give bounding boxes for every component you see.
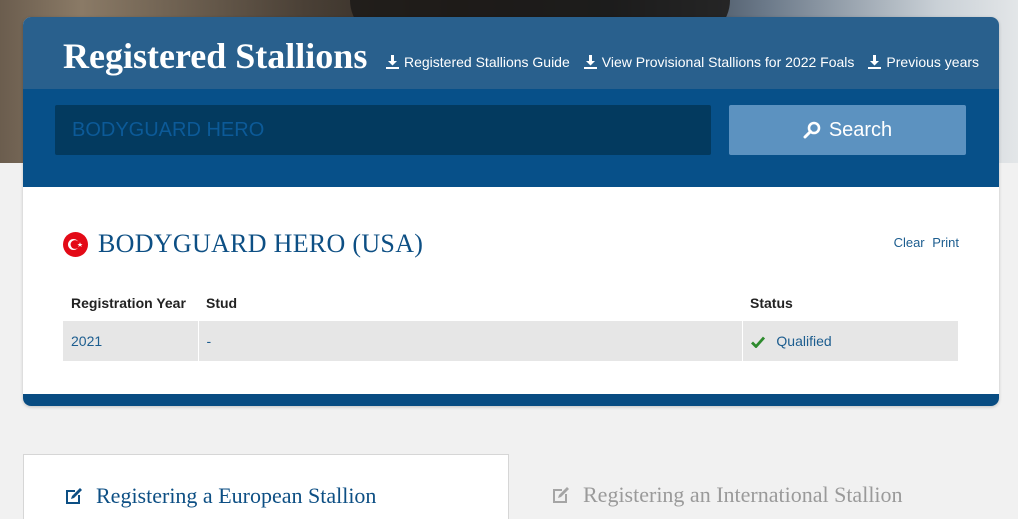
registration-year-cell: 2021 [63,321,199,361]
print-link[interactable]: Print [932,235,959,250]
provisional-stallions-label: View Provisional Stallions for 2022 Foal… [601,54,855,70]
page-title: Registered Stallions [63,36,368,76]
search-button[interactable]: Search [729,105,966,155]
guide-download-link[interactable]: Registered Stallions Guide [386,54,570,70]
result-title-row: BODYGUARD HERO (USA) [63,229,423,259]
panel-footer-bar [23,394,999,406]
search-button-label: Search [828,118,893,141]
stallion-search-input[interactable] [55,105,711,155]
edit-icon [66,488,82,504]
download-icon [386,55,399,69]
stud-cell: - [198,321,743,361]
column-header-stud: Stud [206,295,238,311]
previous-years-label: Previous years [886,54,980,70]
panel-header: Registered Stallions Registered Stallion… [23,17,999,89]
tab-european-stallion-label: Registering a European Stallion [96,483,377,508]
header-links: Registered Stallions Guide View Provisio… [386,54,993,70]
download-icon [583,55,597,69]
status-cell: Qualified [742,321,958,361]
clear-link[interactable]: Clear [894,235,925,250]
check-icon [750,336,765,349]
column-header-status: Status [750,295,793,311]
turkey-flag-icon [63,231,88,257]
stallion-name-heading: BODYGUARD HERO (USA) [98,229,424,258]
download-icon [868,55,882,69]
status-label: Qualified [776,333,832,349]
column-header-registration-year: Registration Year [71,295,186,311]
previous-years-link[interactable]: Previous years [868,54,979,70]
edit-icon [553,487,569,503]
table-row: 2021 - Qualified [63,321,958,361]
provisional-stallions-link[interactable]: View Provisional Stallions for 2022 Foal… [583,54,855,70]
tab-international-stallion[interactable]: Registering an International Stallion [511,454,991,519]
tab-international-stallion-label: Registering an International Stallion [583,482,903,507]
registration-table: Registration Year Stud Status 2021 - Qua… [63,285,958,361]
guide-download-label: Registered Stallions Guide [404,54,570,70]
search-icon [803,121,821,139]
search-bar: Search [23,89,999,187]
result-actions: Clear Print [890,235,959,250]
tab-european-stallion[interactable]: Registering a European Stallion [23,454,509,519]
